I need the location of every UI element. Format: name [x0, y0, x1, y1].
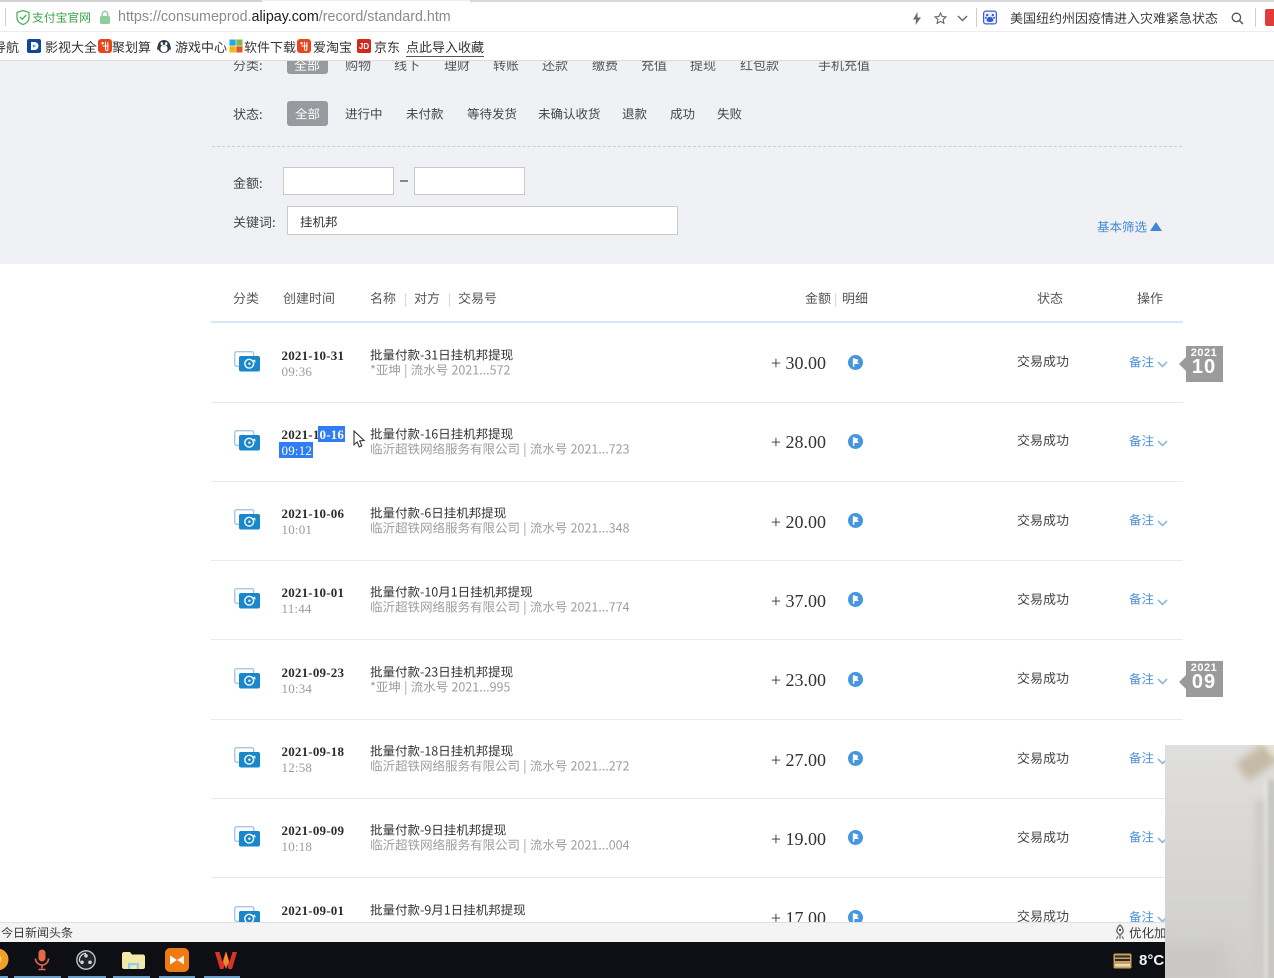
- svg-text:JD: JD: [359, 42, 369, 51]
